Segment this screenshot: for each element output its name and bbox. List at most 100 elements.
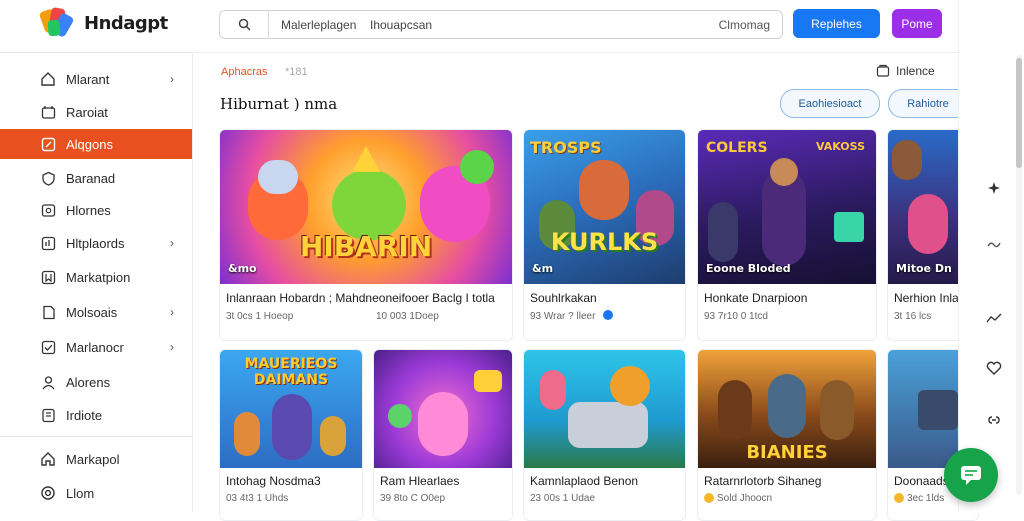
game-thumbnail: BIANIES xyxy=(698,350,876,468)
section-title: Hiburnat ) nma xyxy=(220,95,338,113)
card-title: Ram Hlearlaes xyxy=(380,474,460,488)
shield-icon xyxy=(39,169,57,187)
sidebar-item-label: Irdiote xyxy=(66,407,103,423)
game-card[interactable]: HIBARIN &mo Inlanraan Hobardn ; Mahdneon… xyxy=(219,129,513,341)
chat-icon xyxy=(961,466,981,485)
sidebar-item[interactable]: Alqgons xyxy=(0,129,192,159)
person-icon xyxy=(39,373,57,391)
game-logo-text: HIBARIN xyxy=(299,230,433,263)
sidebar-item[interactable]: Marlanocr › xyxy=(0,332,192,362)
link-icon[interactable] xyxy=(984,410,1004,430)
filter-pill-1[interactable]: Eaohiesioact xyxy=(780,89,880,118)
invite-icon xyxy=(876,64,890,77)
right-rail xyxy=(958,0,1024,512)
card-title: Honkate Dnarpioon xyxy=(704,291,808,305)
game-card[interactable]: TROSPS KURLKS &m Souhlrkakan 93 Wrar ? l… xyxy=(523,129,686,341)
game-thumbnail: MAUERIEOS DAIMANS xyxy=(220,350,362,468)
filter-pill-2[interactable]: Rahiotre xyxy=(888,89,967,118)
card-title: Intohag Nosdma3 xyxy=(226,474,321,488)
sidebar-item[interactable]: Hltplaords › xyxy=(0,228,192,258)
wave-icon[interactable] xyxy=(984,234,1004,254)
sidebar-divider xyxy=(0,52,192,53)
scrollbar-thumb[interactable] xyxy=(1016,58,1022,168)
sidebar-item[interactable]: Mlarant › xyxy=(0,64,192,94)
sidebar-footer-item[interactable]: Markapol xyxy=(0,444,192,474)
document-icon xyxy=(39,303,57,321)
game-logo-text: KURLKS xyxy=(550,228,659,256)
breadcrumb-count: *181 xyxy=(285,66,308,78)
house-icon xyxy=(39,450,57,468)
sparkle-icon[interactable] xyxy=(984,178,1004,198)
card-meta: 93 7r10 0 1tcd xyxy=(704,311,768,322)
card-meta: 3ec 1lds xyxy=(907,493,945,504)
search-scope: Ihouapcsan xyxy=(370,18,433,32)
image-icon xyxy=(39,201,57,219)
sidebar-item[interactable]: Raroiat xyxy=(0,97,192,127)
sidebar-item-label: Mlarant xyxy=(66,71,110,87)
sidebar-divider-bottom xyxy=(0,436,192,437)
breadcrumb[interactable]: Aphacras xyxy=(221,66,267,78)
sidebar-item-label: Alqgons xyxy=(66,136,113,152)
coin-icon xyxy=(894,493,904,503)
chevron-right-icon: › xyxy=(170,340,174,354)
sidebar-item-label: Markatpion xyxy=(66,269,131,285)
sidebar-item[interactable]: Baranad xyxy=(0,163,192,193)
sidebar-item-label: Llom xyxy=(66,485,95,501)
sidebar-item[interactable]: Irdiote xyxy=(0,400,192,430)
coin-icon xyxy=(704,493,714,503)
chevron-right-icon: › xyxy=(170,72,174,86)
app-name: Hndagpt xyxy=(84,12,168,34)
sidebar-item[interactable]: Molsoais › xyxy=(0,297,192,327)
app-logo[interactable]: Hndagpt xyxy=(38,6,168,40)
sidebar-footer-item[interactable]: Llom xyxy=(0,478,192,508)
sidebar-item-label: Molsoais xyxy=(66,304,118,320)
game-card[interactable]: Ram Hlearlaes 39 8to C O0ep xyxy=(373,349,513,521)
card-title: Inlanraan Hobardn ; Mahdneoneifooer Bacl… xyxy=(226,291,495,305)
game-thumbnail xyxy=(374,350,512,468)
game-logo-text: COLERS xyxy=(706,140,768,156)
sidebar-item[interactable]: Hlornes xyxy=(0,195,192,225)
invite-link[interactable]: Inlence xyxy=(876,64,935,78)
sidebar-item-label: Markapol xyxy=(66,451,120,467)
search-bar[interactable]: Malerleplagen Ihouapcsan Clmomag xyxy=(219,10,783,39)
card-meta-2: 10 003 1Doep xyxy=(376,311,439,322)
game-card[interactable]: COLERS VAKOSS Eoone Bloded Honkate Dnarp… xyxy=(697,129,877,341)
sidebar-item[interactable]: Markatpion xyxy=(0,262,192,292)
sidebar-item-label: Hltplaords xyxy=(66,235,125,251)
search-icon[interactable] xyxy=(220,11,269,38)
sidebar-item-label: Marlanocr xyxy=(66,339,124,355)
card-title: Doonaads xyxy=(894,474,949,488)
game-logo-text: TROSPS xyxy=(530,138,602,157)
secondary-button[interactable]: Pome xyxy=(892,9,942,38)
game-card[interactable]: MAUERIEOS DAIMANS Intohag Nosdma3 03 4t3… xyxy=(219,349,363,521)
game-logo-text: DAIMANS xyxy=(253,372,329,388)
card-tag: &mo xyxy=(228,262,257,275)
sidebar-item-label: Baranad xyxy=(66,170,116,186)
verified-icon xyxy=(603,310,613,320)
card-tag: &m xyxy=(532,262,554,275)
card-tag: Eoone Bloded xyxy=(706,262,791,275)
card-meta: 3t 0cs 1 Hoeop xyxy=(226,311,294,322)
calendar-icon xyxy=(39,103,57,121)
chat-button[interactable] xyxy=(944,448,998,502)
card-tag: Mitoe Dn xyxy=(896,262,952,275)
card-meta: 93 Wrar ? lleer xyxy=(530,311,596,322)
heart-icon[interactable] xyxy=(984,358,1004,378)
sidebar-item-label: Hlornes xyxy=(66,202,111,218)
game-thumbnail: HIBARIN xyxy=(220,130,512,284)
chevron-right-icon: › xyxy=(170,305,174,319)
game-card[interactable]: Kamnlaplaod Benon 23 00s 1 Udae xyxy=(523,349,686,521)
search-filter[interactable]: Clmomag xyxy=(719,18,770,32)
chevron-right-icon: › xyxy=(170,236,174,250)
game-logo-text: BIANIES xyxy=(746,442,828,463)
bookmark-icon xyxy=(39,268,57,286)
card-meta: 23 00s 1 Udae xyxy=(530,493,596,504)
game-card[interactable]: BIANIES Ratarnrlotorb Sihaneg Sold Jhooc… xyxy=(697,349,877,521)
game-thumbnail: COLERS VAKOSS xyxy=(698,130,876,284)
card-meta: 3t 16 lcs xyxy=(894,311,932,322)
sidebar-item[interactable]: Alorens xyxy=(0,367,192,397)
game-logo-text: MAUERIEOS xyxy=(244,356,338,372)
settings-icon xyxy=(39,484,57,502)
primary-button[interactable]: Replehes xyxy=(793,9,880,38)
chart-line-icon[interactable] xyxy=(984,308,1004,328)
